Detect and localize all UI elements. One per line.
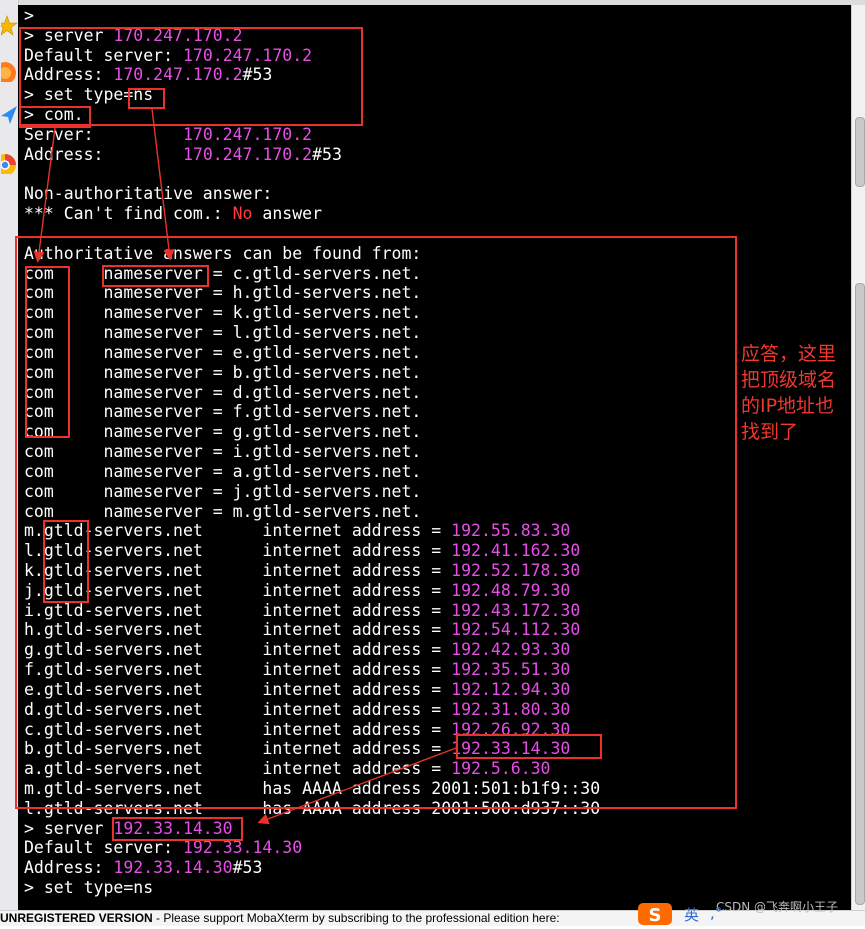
terminal-line: Server: 170.247.170.2 <box>24 125 312 145</box>
star-icon[interactable] <box>1 14 17 36</box>
ime-mode-label[interactable]: 英 <box>684 904 699 925</box>
send-icon[interactable] <box>1 104 17 126</box>
scrollbar-thumb-top[interactable] <box>855 117 865 187</box>
terminal-text: *** Can't find com.: <box>24 204 233 223</box>
scrollbar[interactable] <box>851 5 865 910</box>
annotation-line: 把顶级域名 <box>741 369 837 391</box>
terminal-line: > set type=ns <box>24 878 154 897</box>
svg-text:S: S <box>649 905 662 925</box>
ime-punct-icon[interactable]: ,° <box>710 904 722 922</box>
terminal-line: *** Can't find com.: No answer <box>24 204 322 224</box>
annotation-line: 找到了 <box>741 421 799 443</box>
annotation-line: 应答，这里 <box>741 343 837 365</box>
highlight-new-server-ip <box>112 817 243 841</box>
no-keyword: No <box>232 204 253 223</box>
annotation-line: 的IP地址也 <box>741 395 835 417</box>
ime-toolbar[interactable]: S 英 ,° <box>636 901 865 926</box>
terminal-line: Default server: 192.33.14.30 <box>24 838 302 858</box>
ip-address: 192.33.14.30 <box>113 858 233 877</box>
terminal-line: Address: 192.33.14.30#53 <box>24 858 262 878</box>
firefox-icon[interactable] <box>1 60 17 82</box>
ip-address: 170.247.170.2 <box>182 145 313 164</box>
terminal-line: > <box>24 6 34 25</box>
highlight-authoritative-answers <box>15 236 737 809</box>
chrome-icon[interactable] <box>1 152 17 174</box>
terminal-text: #53 <box>312 145 342 164</box>
highlight-gtld-column <box>43 520 89 603</box>
highlight-com-query <box>19 106 91 128</box>
scrollbar-thumb[interactable] <box>855 283 865 905</box>
sogou-ime-icon[interactable]: S <box>636 901 865 926</box>
ip-address: 170.247.170.2 <box>182 125 313 144</box>
terminal-text: > server <box>24 819 114 838</box>
annotation-note: 应答，这里 把顶级域名 的IP地址也 找到了 <box>741 341 851 445</box>
unregistered-label: UNREGISTERED VERSION <box>0 911 153 925</box>
highlight-com-column <box>25 266 70 438</box>
highlight-nameserver <box>102 265 209 287</box>
terminal-text: Address: <box>24 145 183 164</box>
terminal-line: Non-authoritative answer: <box>24 184 273 203</box>
terminal-text: answer <box>252 204 323 223</box>
terminal-text: #53 <box>232 858 263 877</box>
highlight-ns-type <box>128 88 165 109</box>
support-message[interactable]: - Please support MobaXterm by subscribin… <box>153 911 560 925</box>
terminal-text: Address: <box>24 858 114 877</box>
terminal-line: Address: 170.247.170.2#53 <box>24 145 342 165</box>
highlight-b-gtld-ip <box>456 734 602 759</box>
